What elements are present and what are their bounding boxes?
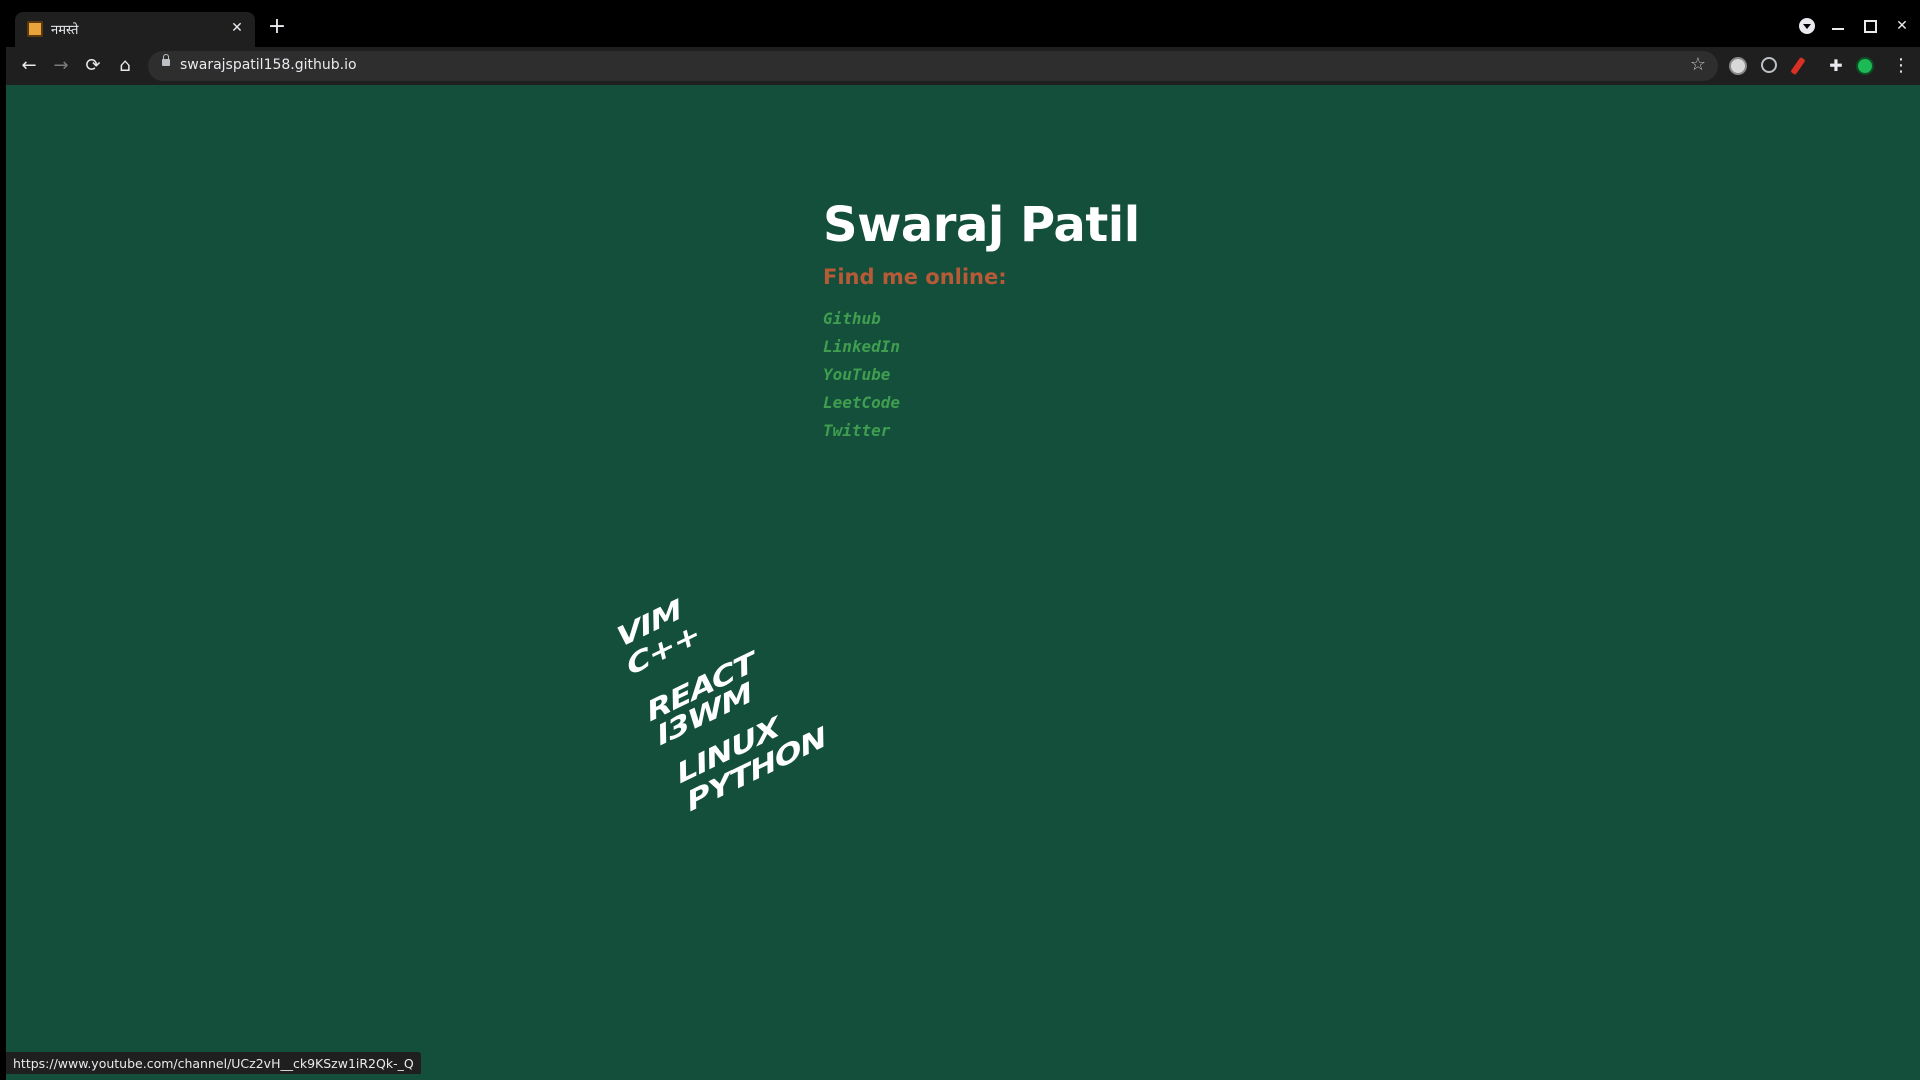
maximize-icon (1863, 19, 1877, 33)
reload-button[interactable]: ⟳ (80, 53, 106, 79)
home-button[interactable]: ⌂ (112, 53, 138, 79)
find-me-online-heading: Find me online: (823, 265, 1007, 289)
twitter-link[interactable]: Twitter (823, 421, 890, 440)
tab-close-icon[interactable]: ✕ (227, 18, 247, 38)
status-bar-url: https://www.youtube.com/channel/UCz2vH__… (6, 1052, 421, 1074)
extension-icon-1[interactable] (1729, 57, 1747, 75)
extensions-puzzle-icon[interactable]: ✚ (1823, 53, 1849, 79)
social-links: Github LinkedIn YouTube LeetCode Twitter (823, 309, 1140, 440)
tab-search-icon[interactable] (1799, 18, 1815, 34)
profile-avatar[interactable] (1856, 57, 1874, 75)
page-content: Swaraj Patil Find me online: Github Link… (823, 197, 1140, 449)
address-bar[interactable]: swarajspatil158.github.io ☆ (148, 51, 1718, 81)
page-favicon-icon (27, 21, 43, 37)
skills-graphic: VIM C++ REACT I3WM LINUX PYTHON (614, 594, 841, 825)
window-controls: ✕ (1799, 13, 1911, 39)
leetcode-link[interactable]: LeetCode (823, 393, 900, 412)
tab-strip: नमस्ते ✕ + ✕ (3, 3, 1920, 47)
github-link[interactable]: Github (823, 309, 881, 328)
new-tab-button[interactable]: + (266, 16, 288, 39)
list-item: LinkedIn (823, 337, 1140, 356)
maximize-button[interactable] (1861, 17, 1879, 35)
list-item: YouTube (823, 365, 1140, 384)
minimize-button[interactable] (1829, 17, 1847, 35)
page-title: Swaraj Patil (823, 197, 1140, 253)
extension-icon-red[interactable] (1790, 56, 1806, 76)
url-text[interactable]: swarajspatil158.github.io (180, 57, 357, 73)
react-devtools-icon[interactable] (1761, 57, 1777, 73)
bookmark-star-icon[interactable]: ☆ (1690, 54, 1706, 75)
browser-tab[interactable]: नमस्ते ✕ (15, 12, 255, 47)
list-item: LeetCode (823, 393, 1140, 412)
lock-icon[interactable] (162, 54, 170, 66)
linkedin-link[interactable]: LinkedIn (823, 337, 900, 356)
list-item: Twitter (823, 421, 1140, 440)
web-page: Swaraj Patil Find me online: Github Link… (6, 85, 1920, 1080)
close-window-button[interactable]: ✕ (1893, 17, 1911, 35)
minimize-icon (1832, 28, 1844, 30)
forward-button[interactable]: → (48, 53, 74, 79)
back-button[interactable]: ← (16, 53, 42, 79)
browser-menu-icon[interactable]: ⋮ (1888, 53, 1914, 79)
youtube-link[interactable]: YouTube (823, 365, 890, 384)
list-item: Github (823, 309, 1140, 328)
browser-toolbar: ← → ⟳ ⌂ swarajspatil158.github.io ☆ ✚ ⋮ (6, 47, 1920, 85)
browser-window: नमस्ते ✕ + ✕ ← → ⟳ ⌂ swarajspatil158.git… (0, 0, 1920, 1080)
tab-title: नमस्ते (51, 23, 79, 38)
